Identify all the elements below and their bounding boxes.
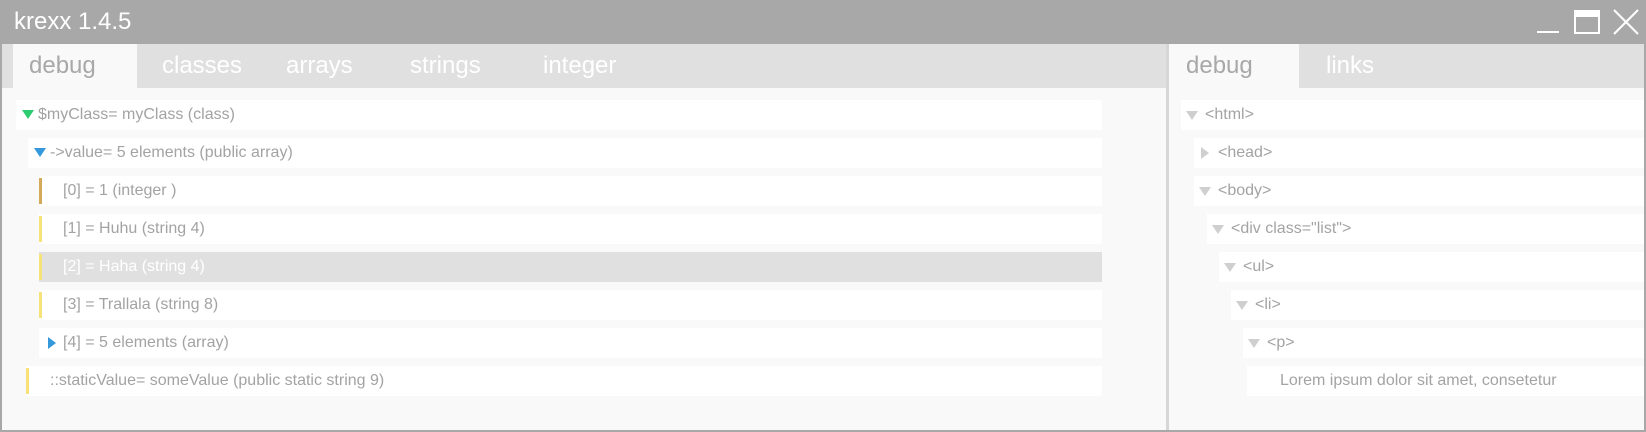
- tree-node-item-4[interactable]: [4] = 5 elements (array): [39, 328, 1102, 358]
- type-indicator-bar: [39, 254, 42, 280]
- dom-node-label: <div class="list">: [1231, 220, 1352, 237]
- tab-arrays[interactable]: arrays: [286, 44, 353, 88]
- tree-node-label: [0] = 1 (integer ): [63, 182, 177, 199]
- dom-node-label: <html>: [1205, 106, 1254, 123]
- dom-node-label: <head>: [1218, 144, 1273, 161]
- tree-node-label: [4] = 5 elements (array): [63, 334, 229, 351]
- dom-tree-panel: debug links <html> <head> <body> <div cl…: [1169, 44, 1644, 432]
- tree-node-item-2-selected[interactable]: [2] = Haha (string 4): [39, 252, 1102, 282]
- tree-node-static-value[interactable]: ::staticValue= someValue (public static …: [26, 366, 1102, 396]
- collapse-arrow-icon[interactable]: [1201, 147, 1209, 159]
- maximize-icon[interactable]: [1568, 0, 1608, 44]
- tree-node-item-0[interactable]: [0] = 1 (integer ): [39, 176, 1102, 206]
- dom-node-ul[interactable]: <ul>: [1219, 252, 1644, 282]
- expand-arrow-icon[interactable]: [1199, 187, 1211, 196]
- tree-node-label: [1] = Huhu (string 4): [63, 220, 205, 237]
- expand-arrow-icon[interactable]: [1236, 301, 1248, 310]
- minimize-icon[interactable]: [1528, 0, 1568, 44]
- tab-debug[interactable]: debug: [13, 44, 137, 88]
- tree-node-label: ->value= 5 elements (public array): [50, 144, 293, 161]
- tree-node-item-3[interactable]: [3] = Trallala (string 8): [39, 290, 1102, 320]
- tab-debug-right[interactable]: debug: [1169, 44, 1299, 88]
- dom-node-html[interactable]: <html>: [1181, 100, 1644, 130]
- dom-node-p[interactable]: <p>: [1243, 328, 1644, 358]
- tree-node-item-1[interactable]: [1] = Huhu (string 4): [39, 214, 1102, 244]
- tree-node-label: [3] = Trallala (string 8): [63, 296, 219, 313]
- tab-classes[interactable]: classes: [162, 44, 242, 88]
- dom-node-label: Lorem ipsum dolor sit amet, consetetur: [1280, 372, 1557, 389]
- tree-node-label: ::staticValue= someValue (public static …: [50, 372, 385, 389]
- tree-node-label: $myClass= myClass (class): [38, 106, 235, 123]
- collapse-arrow-icon[interactable]: [48, 337, 56, 349]
- window-title: krexx 1.4.5: [14, 8, 132, 35]
- tab-strings[interactable]: strings: [410, 44, 481, 88]
- expand-arrow-icon[interactable]: [1212, 225, 1224, 234]
- dom-node-label: <ul>: [1243, 258, 1275, 275]
- dom-node-li[interactable]: <li>: [1231, 290, 1644, 320]
- tree-node-myclass[interactable]: $myClass= myClass (class): [16, 100, 1102, 130]
- type-indicator-bar: [39, 178, 42, 204]
- expand-arrow-icon[interactable]: [1248, 339, 1260, 348]
- dom-node-label: <p>: [1267, 334, 1295, 351]
- type-indicator-bar: [39, 292, 42, 318]
- expand-arrow-icon[interactable]: [1186, 111, 1198, 120]
- right-tab-bar: debug links: [1169, 44, 1644, 88]
- dom-node-head[interactable]: <head>: [1194, 138, 1644, 168]
- type-indicator-bar: [39, 216, 42, 242]
- tree-node-value-array[interactable]: ->value= 5 elements (public array): [28, 138, 1102, 168]
- left-tab-bar: debug classes arrays strings integer: [2, 44, 1166, 88]
- dom-node-text[interactable]: Lorem ipsum dolor sit amet, consetetur: [1247, 366, 1644, 396]
- tab-integer[interactable]: integer: [543, 44, 616, 88]
- type-indicator-bar: [26, 368, 29, 394]
- debug-panel: debug classes arrays strings integer $my…: [2, 44, 1166, 432]
- dom-node-body[interactable]: <body>: [1194, 176, 1644, 206]
- tab-links[interactable]: links: [1326, 44, 1374, 88]
- expand-arrow-icon[interactable]: [22, 110, 34, 119]
- dom-node-div[interactable]: <div class="list">: [1207, 214, 1644, 244]
- dom-node-label: <li>: [1255, 296, 1281, 313]
- dom-node-label: <body>: [1218, 182, 1272, 199]
- expand-arrow-icon[interactable]: [34, 148, 46, 157]
- expand-arrow-icon[interactable]: [1224, 263, 1236, 272]
- krexx-window: krexx 1.4.5 debug classes arrays strings…: [0, 0, 1646, 432]
- tree-node-label: [2] = Haha (string 4): [63, 258, 205, 275]
- close-icon[interactable]: [1606, 0, 1646, 44]
- title-bar[interactable]: krexx 1.4.5: [0, 0, 1646, 44]
